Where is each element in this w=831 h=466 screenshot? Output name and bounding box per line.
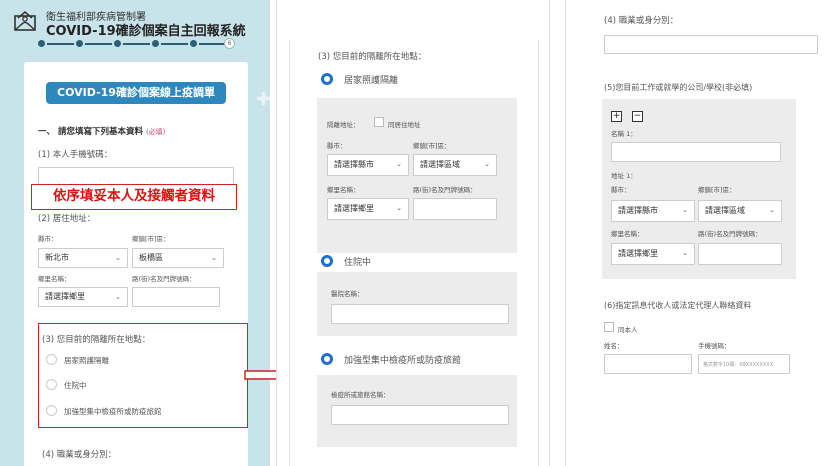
question-phone: (1) 本人手機號碼： [38,150,113,160]
question-location: (3) 您目前的隔離所在地點： [318,52,427,62]
system-title: COVID-19確診個案自主回報系統 [46,24,246,39]
step-progress: 6 [36,38,236,50]
location-options-panel: (3) 您目前的隔離所在地點： 居家照護隔離 隔離地址： 同居住地址 縣市： 鄉… [276,0,550,466]
county-select[interactable]: 新北市 ⌄ [38,248,128,268]
envelope-person-icon [14,10,36,31]
option-quarantine-hotel: 加強型集中檢疫所或防疫旅館 [344,356,462,366]
county-label: 縣市： [38,235,58,243]
chevron-down-icon: ⌄ [211,254,217,262]
chevron-down-icon: ⌄ [396,160,402,168]
county-select[interactable]: 請選擇縣市 ⌄ [327,154,409,176]
home-care-address-box: 隔離地址： 同居住地址 縣市： 鄉鎮[市]區： 請選擇縣市 ⌄ 請選擇區域 ⌄ 鄉里… [317,98,517,253]
contact-phone-input[interactable]: 格式數字10碼：09XXXXXXXX [698,354,790,374]
contact-phone-label: 手機號碼： [698,342,731,350]
district-select[interactable]: 請選擇區域 ⌄ [413,154,497,176]
option-home-care: 居家照護隔離 [344,76,399,86]
contact-name-input[interactable] [604,354,692,374]
question-contact: (6)指定訊息代收人或法定代理人聯絡資料 [604,301,752,310]
chevron-down-icon: ⌄ [115,254,121,262]
isolation-addr-label: 隔離地址： [327,121,360,129]
option-hospital: 住院中 [344,258,372,268]
step-dot [150,38,161,49]
question-address: (2) 居住地址： [38,214,96,224]
quarantine-box: 檢疫所或旅館名稱： [317,375,517,447]
village-select[interactable]: 請選擇鄉里 ⌄ [38,287,128,307]
quarantine-label: 檢疫所或旅館名稱： [331,391,390,399]
road-input[interactable] [413,198,497,220]
section-heading: 一、 請您填寫下列基本資料 (必填) [38,127,166,137]
village-label: 鄉里名稱： [327,186,360,194]
same-address-checkbox[interactable] [374,117,384,127]
chevron-down-icon: ⌄ [682,206,688,214]
phone-input[interactable] [38,167,234,185]
county-label: 縣市： [327,142,347,150]
question-occupation: (4) 職業或身分別： [42,450,117,460]
chevron-down-icon: ⌄ [682,249,688,257]
highlight-box [38,323,248,428]
road-input[interactable] [698,243,782,265]
add-workplace-button[interactable]: + [611,111,622,122]
form-screenshot-panel: 衛生福利部疾病管制署 COVID-19確診個案自主回報系統 6 COVID-19… [0,0,270,466]
question-workplace: (5)您目前工作或就學的公司/學校(非必填) [604,83,753,92]
step-dot-final: 6 [224,38,235,49]
village-label: 鄉里名稱： [611,230,644,238]
chevron-down-icon: ⌄ [115,293,121,301]
occupation-input[interactable] [604,35,818,54]
road-input[interactable] [132,287,220,307]
village-select[interactable]: 請選擇鄉里 ⌄ [611,243,695,265]
hospital-label: 醫院名稱： [331,290,364,298]
county-select[interactable]: 請選擇縣市 ⌄ [611,200,695,222]
occupation-contact-panel: (4) 職業或身分別： (5)您目前工作或就學的公司/學校(非必填) + − 名… [565,0,831,466]
district-label: 鄉鎮[市]區： [413,142,451,150]
same-address-label: 同居住地址 [388,121,421,129]
road-label: 路(街)名及門牌號碼： [698,230,762,238]
district-label: 鄉鎮[市]區： [698,186,736,194]
village-label: 鄉里名稱： [38,275,71,283]
radio-hospital-selected[interactable] [321,255,333,267]
radio-quarantine-selected[interactable] [321,353,333,365]
workplace-name-input[interactable] [611,142,781,162]
form-title: COVID-19確診個案線上疫調單 [46,82,226,104]
same-as-self-label: 同本人 [618,326,638,334]
district-label: 鄉鎮[市]區： [132,235,170,243]
step-dot [36,38,47,49]
hospital-input[interactable] [331,304,509,324]
hospital-box: 醫院名稱： [317,272,517,336]
workplace-addr-label: 地址 1： [611,172,637,180]
same-as-self-checkbox[interactable] [604,322,614,332]
step-dot [74,38,85,49]
district-select[interactable]: 請選擇區域 ⌄ [698,200,782,222]
decor-plus-icon: ✚ [256,89,270,110]
step-dot [112,38,123,49]
road-label: 路(街)名及門牌號碼： [413,186,477,194]
village-select[interactable]: 請選擇鄉里 ⌄ [327,198,409,220]
step-dot [188,38,199,49]
contact-name-label: 姓名： [604,342,624,350]
question-occupation: (4) 職業或身分別： [604,16,679,26]
chevron-down-icon: ⌄ [484,160,490,168]
chevron-down-icon: ⌄ [769,206,775,214]
quarantine-input[interactable] [331,405,509,425]
required-tag: (必填) [145,128,166,136]
location-section: (3) 您目前的隔離所在地點： 居家照護隔離 隔離地址： 同居住地址 縣市： 鄉… [289,40,539,466]
district-select[interactable]: 板橋區 ⌄ [132,248,224,268]
chevron-down-icon: ⌄ [396,204,402,212]
county-label: 縣市： [611,186,631,194]
radio-home-care-selected[interactable] [321,73,333,85]
instruction-banner: 依序填妥本人及接觸者資料 [31,184,237,210]
road-label: 路(街)名及門牌號碼： [132,275,196,283]
workplace-name-label: 名稱 1： [611,130,637,138]
site-header: 衛生福利部疾病管制署 COVID-19確診個案自主回報系統 [8,6,268,39]
remove-workplace-button[interactable]: − [632,111,643,122]
workplace-box: + − 名稱 1： 地址 1： 縣市： 鄉鎮[市]區： 請選擇縣市 ⌄ 請選擇區域… [602,99,796,279]
